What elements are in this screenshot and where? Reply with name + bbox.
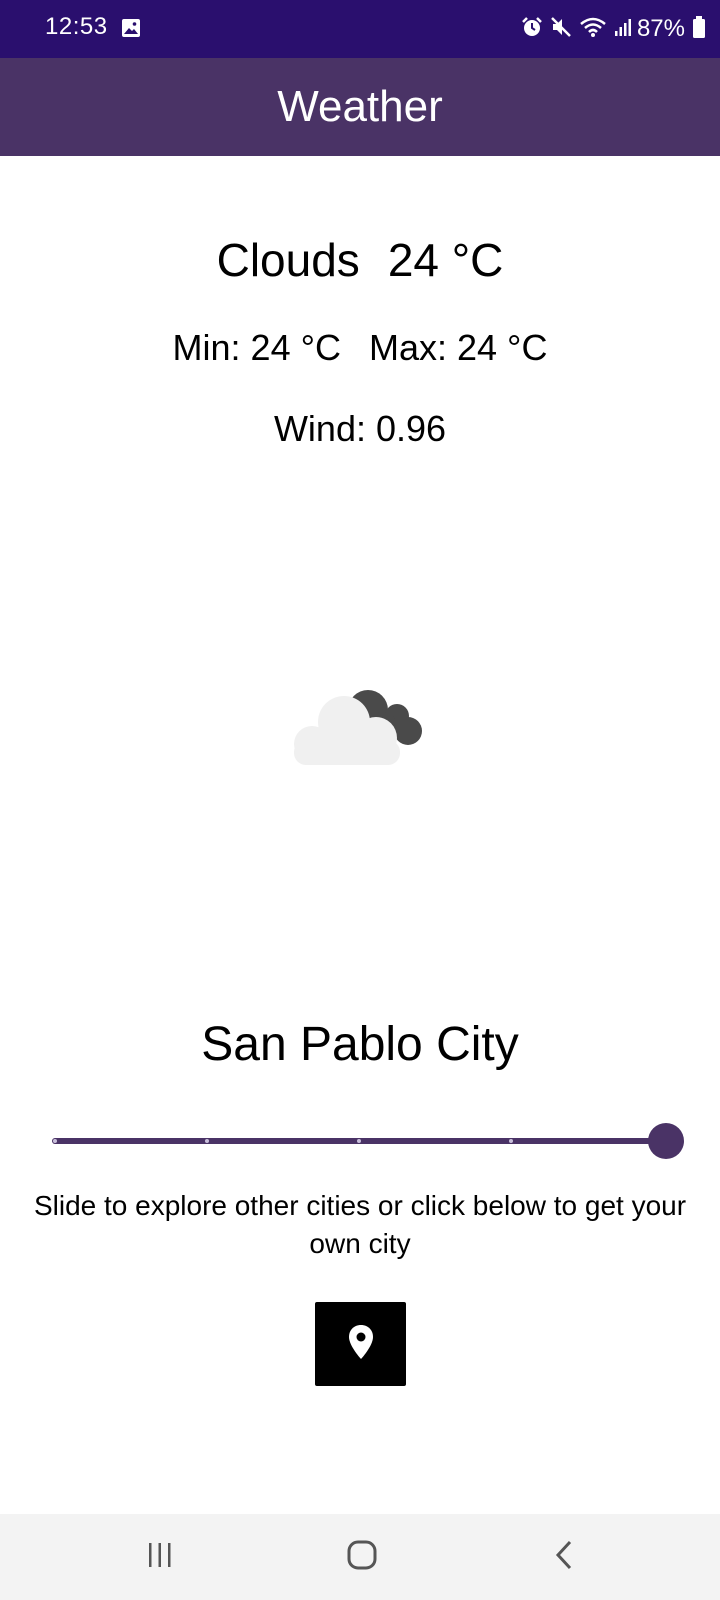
current-temperature: 24 °C [387, 234, 504, 286]
signal-icon [614, 16, 632, 43]
battery-icon [692, 15, 706, 44]
home-button[interactable] [332, 1532, 392, 1582]
get-location-button[interactable] [315, 1302, 406, 1386]
hint-text: Slide to explore other cities or click b… [33, 1190, 687, 1259]
app-bar: Weather [0, 58, 720, 156]
city-slider[interactable] [52, 1122, 684, 1162]
navigation-bar [0, 1514, 720, 1600]
status-time: 12:53 [45, 13, 108, 40]
min-temperature: Min: 24 °C [172, 327, 341, 368]
city-name: San Pablo City [201, 1018, 519, 1071]
status-icons: 87% [514, 12, 706, 46]
max-temperature: Max: 24 °C [369, 327, 548, 368]
slider-tick [205, 1139, 209, 1143]
mute-icon [550, 16, 572, 43]
clouds-icon [290, 688, 432, 780]
status-bar: 12:53 87% [0, 0, 720, 58]
wind-speed: Wind: 0.96 [273, 408, 447, 449]
min-max-row: Min: 24 °C Max: 24 °C [0, 327, 720, 369]
slider-tick [53, 1139, 57, 1143]
slider-tick [357, 1139, 361, 1143]
location-pin-icon [348, 1324, 374, 1365]
recent-apps-button[interactable] [130, 1532, 190, 1582]
slider-thumb[interactable] [648, 1123, 684, 1159]
recent-apps-icon [147, 1542, 173, 1573]
alarm-icon [521, 16, 543, 43]
app-title: Weather [277, 82, 443, 131]
battery-percent: 87% [636, 15, 685, 42]
condition-row: Clouds 24 °C [0, 233, 720, 287]
wind-row: Wind: 0.96 [0, 408, 720, 450]
gallery-icon [121, 18, 141, 38]
back-button[interactable] [534, 1532, 594, 1582]
back-icon [552, 1539, 576, 1576]
wifi-icon [579, 16, 607, 43]
slider-tick [509, 1139, 513, 1143]
home-icon [346, 1539, 378, 1576]
weather-condition: Clouds [216, 234, 360, 286]
